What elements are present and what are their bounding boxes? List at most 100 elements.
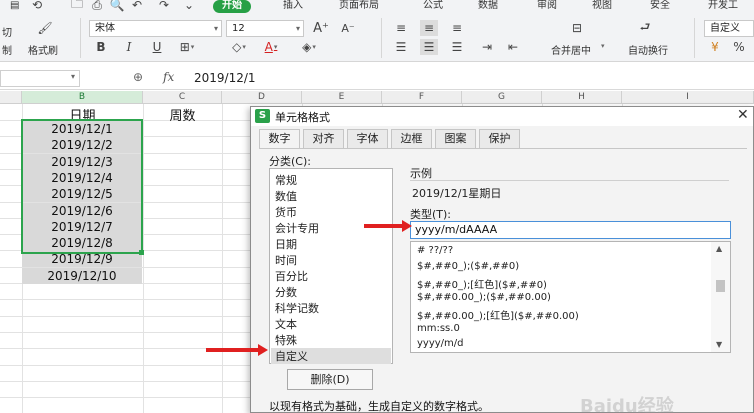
category-item[interactable]: 科学记数 xyxy=(275,300,319,316)
fill-handle[interactable] xyxy=(139,250,144,255)
wrap-text-button[interactable]: 自动换行 xyxy=(628,42,668,57)
clear-icon[interactable]: ◈ xyxy=(300,39,318,55)
indent-icon[interactable]: ⇥ xyxy=(478,39,496,55)
type-input[interactable]: yyyy/m/dAAAA xyxy=(410,221,731,239)
delete-button[interactable]: 删除(D) xyxy=(287,369,373,390)
name-box[interactable]: ▾ xyxy=(0,70,80,87)
currency-icon[interactable]: ¥ xyxy=(706,39,724,55)
tab-review[interactable]: 审阅 xyxy=(537,0,557,13)
percent-icon[interactable]: % xyxy=(730,39,748,55)
dialog-titlebar[interactable]: S 单元格格式 ✕ xyxy=(251,107,753,126)
tab-formulas[interactable]: 公式 xyxy=(423,0,443,13)
column-header-g[interactable]: G xyxy=(462,91,542,104)
outdent-icon[interactable]: ⇤ xyxy=(504,39,522,55)
undo-redo-icons[interactable]: ⟲ xyxy=(28,0,46,13)
scroll-down-icon[interactable]: ▼ xyxy=(716,340,722,349)
category-item[interactable]: 会计专用 xyxy=(275,220,319,236)
merge-center-button[interactable]: 合并居中 xyxy=(551,42,591,57)
scrollbar-thumb[interactable] xyxy=(716,280,725,292)
merge-center-icon[interactable]: ⊟ xyxy=(568,20,586,36)
category-item[interactable]: 文本 xyxy=(275,316,297,332)
font-color-icon[interactable]: A xyxy=(262,39,280,55)
chevron-down-icon[interactable]: ▾ xyxy=(601,42,605,50)
format-painter-icon[interactable]: 🖌 xyxy=(36,20,54,36)
align-middle-icon[interactable]: ≡ xyxy=(420,20,438,36)
category-item[interactable]: 自定义 xyxy=(271,348,391,364)
font-grow-icon[interactable]: A⁺ xyxy=(312,20,330,36)
header-weekday[interactable]: 周数 xyxy=(143,105,222,124)
italic-icon[interactable]: I xyxy=(120,39,138,55)
column-header-e[interactable]: E xyxy=(302,91,382,104)
format-list-scrollbar[interactable]: ▲ ▼ xyxy=(711,242,730,352)
fx-icon[interactable]: fx xyxy=(163,70,174,84)
format-list[interactable]: # ??/?? $#,##0_);($#,##0) $#,##0_);[红色]($#… xyxy=(410,241,731,353)
format-item[interactable]: yyyy/m/d xyxy=(417,338,464,349)
category-item[interactable]: 分数 xyxy=(275,284,297,300)
date-cell[interactable]: 2019/12/5 xyxy=(22,186,142,203)
scroll-up-icon[interactable]: ▲ xyxy=(716,244,722,253)
format-item[interactable]: $#,##0.00_);[红色]($#,##0.00) xyxy=(417,307,579,322)
font-name-select[interactable]: 宋体 ▾ xyxy=(89,20,222,37)
category-list[interactable]: 常规 数值 货币 会计专用 日期 时间 百分比 分数 科学记数 文本 特殊 自定义 xyxy=(269,168,393,364)
category-item[interactable]: 日期 xyxy=(275,236,297,252)
format-item[interactable]: $#,##0_);[红色]($#,##0) xyxy=(417,276,547,291)
format-item[interactable]: # ??/?? xyxy=(417,245,453,256)
align-center-icon[interactable]: ☰ xyxy=(420,39,438,55)
tab-start-left[interactable]: ▤ xyxy=(10,0,19,13)
formula-input[interactable]: 2019/12/1 xyxy=(194,71,256,85)
underline-icon[interactable]: U xyxy=(148,39,166,55)
open-icon[interactable]: 🗀 xyxy=(68,0,86,13)
align-left-icon[interactable]: ☰ xyxy=(392,39,410,55)
format-painter-label[interactable]: 格式刷 xyxy=(28,42,58,57)
tab-number[interactable]: 数字 xyxy=(259,129,300,149)
tab-border[interactable]: 边框 xyxy=(391,129,432,148)
tab-security[interactable]: 安全 xyxy=(650,0,670,13)
column-header-h[interactable]: H xyxy=(542,91,622,104)
border-icon[interactable]: ⊞ xyxy=(178,39,196,55)
category-item[interactable]: 常规 xyxy=(275,172,297,188)
align-top-icon[interactable]: ≡ xyxy=(392,20,410,36)
date-cell[interactable]: 2019/12/4 xyxy=(22,169,142,186)
format-item[interactable]: $#,##0_);($#,##0) xyxy=(417,261,519,272)
tab-pattern[interactable]: 图案 xyxy=(435,129,476,148)
date-cell[interactable]: 2019/12/1 xyxy=(22,121,142,137)
column-header-b[interactable]: B xyxy=(22,91,143,104)
tab-insert[interactable]: 插入 xyxy=(283,0,303,13)
tab-home[interactable]: 开始 xyxy=(213,0,251,13)
column-header-i[interactable]: I xyxy=(622,91,754,104)
copy-label[interactable]: 制 xyxy=(2,42,12,57)
print-icon[interactable]: ⎙ xyxy=(88,0,106,13)
date-cell[interactable]: 2019/12/6 xyxy=(22,202,142,219)
column-header-a[interactable] xyxy=(0,91,22,104)
date-cell[interactable]: 2019/12/2 xyxy=(22,137,142,154)
more-icon[interactable]: ⌄ xyxy=(180,0,198,13)
redo-icon[interactable]: ↷ xyxy=(155,0,173,13)
bold-icon[interactable]: B xyxy=(92,39,110,55)
wrap-text-icon[interactable]: ⮐ xyxy=(636,20,654,36)
format-item[interactable]: $#,##0.00_);($#,##0.00) xyxy=(417,292,551,303)
align-right-icon[interactable]: ☰ xyxy=(448,39,466,55)
tab-developer[interactable]: 开发工 xyxy=(708,0,738,13)
category-item[interactable]: 时间 xyxy=(275,252,297,268)
column-header-d[interactable]: D xyxy=(222,91,302,104)
category-item[interactable]: 数值 xyxy=(275,188,297,204)
category-item[interactable]: 特殊 xyxy=(275,332,297,348)
tab-data[interactable]: 数据 xyxy=(478,0,498,13)
font-size-select[interactable]: 12 ▾ xyxy=(226,20,304,37)
date-cell[interactable]: 2019/12/3 xyxy=(22,153,142,170)
tab-protection[interactable]: 保护 xyxy=(479,129,520,148)
tab-page-layout[interactable]: 页面布局 xyxy=(339,0,379,13)
fill-color-icon[interactable]: ◇ xyxy=(230,39,248,55)
close-icon[interactable]: ✕ xyxy=(737,107,749,123)
align-bottom-icon[interactable]: ≡ xyxy=(448,20,466,36)
column-header-c[interactable]: C xyxy=(143,91,222,104)
number-format-select[interactable]: 自定义 xyxy=(704,20,754,37)
column-header-f[interactable]: F xyxy=(382,91,462,104)
date-cell[interactable]: 2019/12/8 xyxy=(22,235,142,252)
date-cell[interactable]: 2019/12/7 xyxy=(22,218,142,235)
category-item[interactable]: 货币 xyxy=(275,204,297,220)
format-item[interactable]: mm:ss.0 xyxy=(417,323,460,334)
date-cell[interactable]: 2019/12/10 xyxy=(22,267,142,284)
tab-font[interactable]: 字体 xyxy=(347,129,388,148)
tab-alignment[interactable]: 对齐 xyxy=(303,129,344,148)
